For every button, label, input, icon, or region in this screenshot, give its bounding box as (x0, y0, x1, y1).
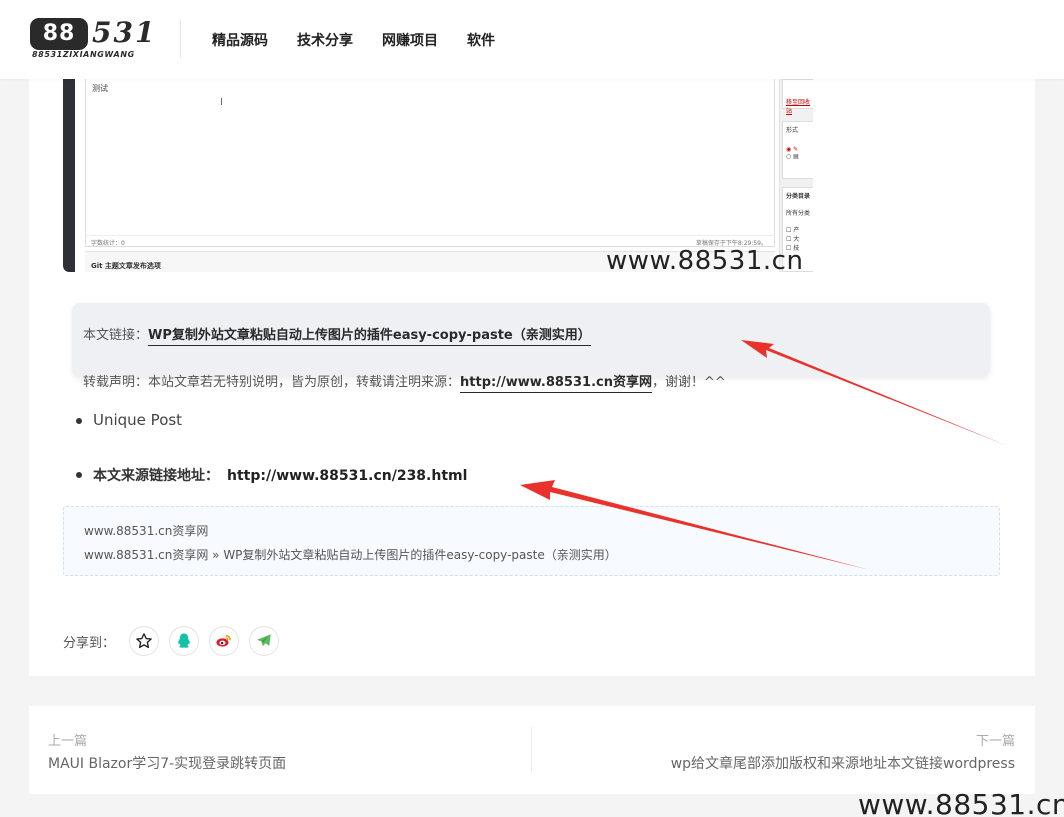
text-cursor-icon: I (220, 97, 223, 108)
share-label: 分享到： (63, 636, 116, 651)
checkbox-icon: ☐ 大 (786, 236, 800, 243)
source-link-url[interactable]: http://www.88531.cn/238.html (227, 468, 467, 484)
reprint-statement: 转载声明：本站文章若无特别说明，皆为原创，转载请注明来源：http://www.… (83, 371, 726, 393)
screenshot-editor: 测试 I (85, 79, 775, 247)
nav-item-tech-share[interactable]: 技术分享 (297, 30, 353, 50)
page-watermark: www.88531.cn (858, 788, 1064, 817)
main-nav: 精品源码 技术分享 网赚项目 软件 (212, 30, 495, 50)
pager-divider (531, 727, 532, 773)
next-post-label: 下一篇 (975, 734, 1015, 749)
logo-mark: 88 (30, 18, 88, 50)
radio-icon: ○ ▤ (786, 153, 799, 160)
article-link-line: 本文链接：WP复制外站文章粘贴自动上传图片的插件easy-copy-paste（… (83, 324, 591, 346)
list-item-unique-post: Unique Post (93, 411, 183, 429)
next-post-link[interactable]: wp给文章尾部添加版权和来源地址本文链接wordpress (671, 753, 1015, 773)
screenshot-editor-text: 测试 (92, 84, 108, 93)
post-pager: 上一篇 MAUI Blazor学习7-实现登录跳转页面 下一篇 wp给文章尾部添… (29, 706, 1035, 794)
screenshot-format-title: 形式 (786, 127, 799, 134)
site-logo[interactable]: 88 531 88531ZIXIANGWANG (28, 16, 154, 60)
screenshot-side-panel: 移至回收站 形式 ◉ ✎ ○ ▤ 分类目录 所有分类 ☐ 产 ☐ 大 ☐ 技 (779, 79, 813, 272)
site-header: 88 531 88531ZIXIANGWANG 精品源码 技术分享 网赚项目 软… (0, 0, 1064, 79)
prev-post-label: 上一篇 (48, 734, 88, 749)
list-bullet (76, 472, 82, 478)
checkbox-icon: ☐ 产 (786, 227, 800, 234)
source-link-label: 本文来源链接地址： (93, 468, 219, 484)
screenshot-trash-link: 移至回收站 (786, 99, 811, 115)
star-icon (136, 633, 152, 649)
share-favorite-button[interactable] (129, 626, 159, 656)
screenshot-format-box: 形式 ◉ ✎ ○ ▤ (782, 121, 813, 179)
share-telegram-button[interactable] (249, 626, 279, 656)
prev-post-link[interactable]: MAUI Blazor学习7-实现登录跳转页面 (48, 753, 286, 773)
screenshot-category-all: 所有分类 (786, 210, 811, 217)
share-qq-button[interactable] (169, 626, 199, 656)
list-item-source-link: 本文来源链接地址： http://www.88531.cn/238.html (93, 465, 467, 485)
screenshot-side-box: 移至回收站 (782, 79, 813, 115)
share-weibo-button[interactable] (209, 626, 239, 656)
article-link[interactable]: WP复制外站文章粘贴自动上传图片的插件easy-copy-paste（亲测实用） (148, 328, 591, 346)
article-screenshot-image: 测试 I 字数统计：0 草稿保存于下午8:29:59。 Git 主题文章发布选项… (63, 79, 813, 272)
screenshot-sidebar (63, 79, 75, 272)
nav-item-software[interactable]: 软件 (467, 30, 495, 50)
screenshot-category-title: 分类目录 (786, 193, 811, 200)
telegram-icon (256, 634, 271, 647)
radio-icon: ◉ ✎ (786, 146, 799, 153)
source-box (63, 506, 1000, 576)
source-site-name[interactable]: www.88531.cn资享网 (84, 522, 208, 539)
source-breadcrumb[interactable]: www.88531.cn资享网 » WP复制外站文章粘贴自动上传图片的插件eas… (84, 546, 617, 563)
article-link-label: 本文链接： (83, 328, 149, 343)
reprint-statement-prefix: 转载声明：本站文章若无特别说明，皆为原创，转载请注明来源： (83, 375, 461, 390)
qq-icon (178, 633, 190, 648)
screenshot-word-count: 字数统计：0 (91, 240, 125, 247)
logo-script: 531 (92, 16, 157, 49)
site-link[interactable]: http://www.88531.cn资享网 (460, 375, 652, 393)
weibo-icon (216, 635, 231, 647)
reprint-statement-suffix: ，谢谢！^^ (651, 375, 726, 390)
header-divider (180, 20, 181, 58)
logo-subtitle: 88531ZIXIANGWANG (32, 50, 135, 59)
nav-item-source-code[interactable]: 精品源码 (212, 30, 268, 50)
nav-item-online-earning[interactable]: 网赚项目 (382, 30, 438, 50)
image-watermark: www.88531.cn (606, 246, 804, 276)
list-bullet (76, 418, 82, 424)
